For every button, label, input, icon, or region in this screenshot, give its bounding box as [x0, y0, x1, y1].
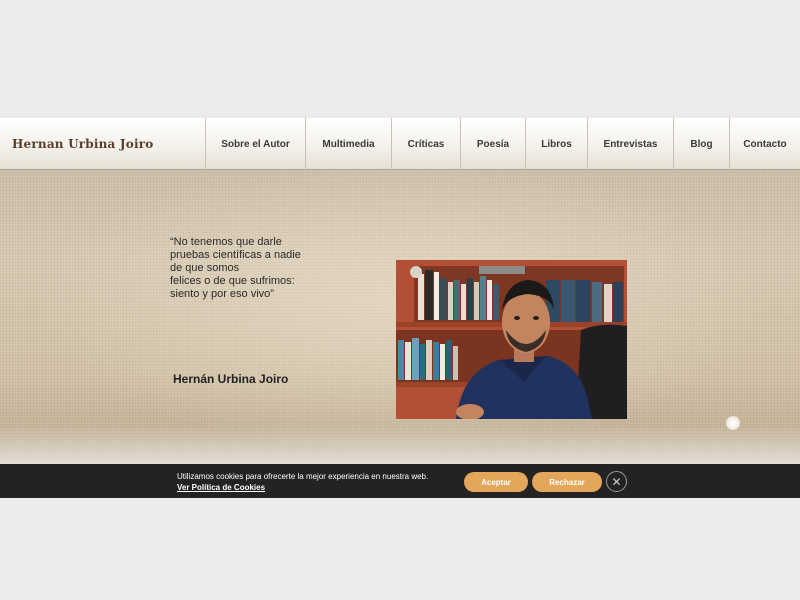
cookie-message: Utilizamos cookies para ofrecerte la mej… [177, 471, 428, 493]
quote-author: Hernán Urbina Joiro [173, 372, 289, 386]
light-dot [726, 416, 740, 430]
site-header: Hernan Urbina Joiro Sobre el Autor Multi… [0, 118, 800, 170]
author-photo [396, 260, 627, 419]
nav-poesia[interactable]: Poesía [461, 118, 526, 170]
hero-fade [0, 424, 800, 464]
main-nav: Sobre el Autor Multimedia Críticas Poesí… [206, 118, 800, 170]
quote-line: de que somos [170, 262, 240, 274]
quote-line: siento y por eso vivo” [170, 288, 274, 300]
nav-entrevistas[interactable]: Entrevistas [588, 118, 674, 170]
nav-criticas[interactable]: Críticas [392, 118, 461, 170]
nav-contacto[interactable]: Contacto [730, 118, 800, 170]
nav-blog[interactable]: Blog [674, 118, 730, 170]
quote-line: pruebas científicas a nadie [170, 249, 301, 261]
nav-libros[interactable]: Libros [526, 118, 588, 170]
cookie-policy-link[interactable]: Ver Política de Cookies [177, 482, 428, 493]
site-logo[interactable]: Hernan Urbina Joiro [0, 118, 206, 170]
nav-multimedia[interactable]: Multimedia [306, 118, 392, 170]
quote-line: “No tenemos que darle [170, 236, 282, 248]
site-frame: Hernan Urbina Joiro Sobre el Autor Multi… [0, 118, 800, 498]
hero-quote: “No tenemos que darle pruebas científica… [170, 236, 330, 301]
reject-cookies-button[interactable]: Rechazar [532, 472, 602, 492]
cookie-banner: Utilizamos cookies para ofrecerte la mej… [0, 464, 800, 498]
accept-cookies-button[interactable]: Aceptar [464, 472, 528, 492]
close-icon[interactable]: ✕ [606, 471, 627, 492]
nav-sobre-el-autor[interactable]: Sobre el Autor [206, 118, 306, 170]
quote-line: felices o de que sufrimos: [170, 275, 295, 287]
cookie-message-text: Utilizamos cookies para ofrecerte la mej… [177, 472, 429, 481]
